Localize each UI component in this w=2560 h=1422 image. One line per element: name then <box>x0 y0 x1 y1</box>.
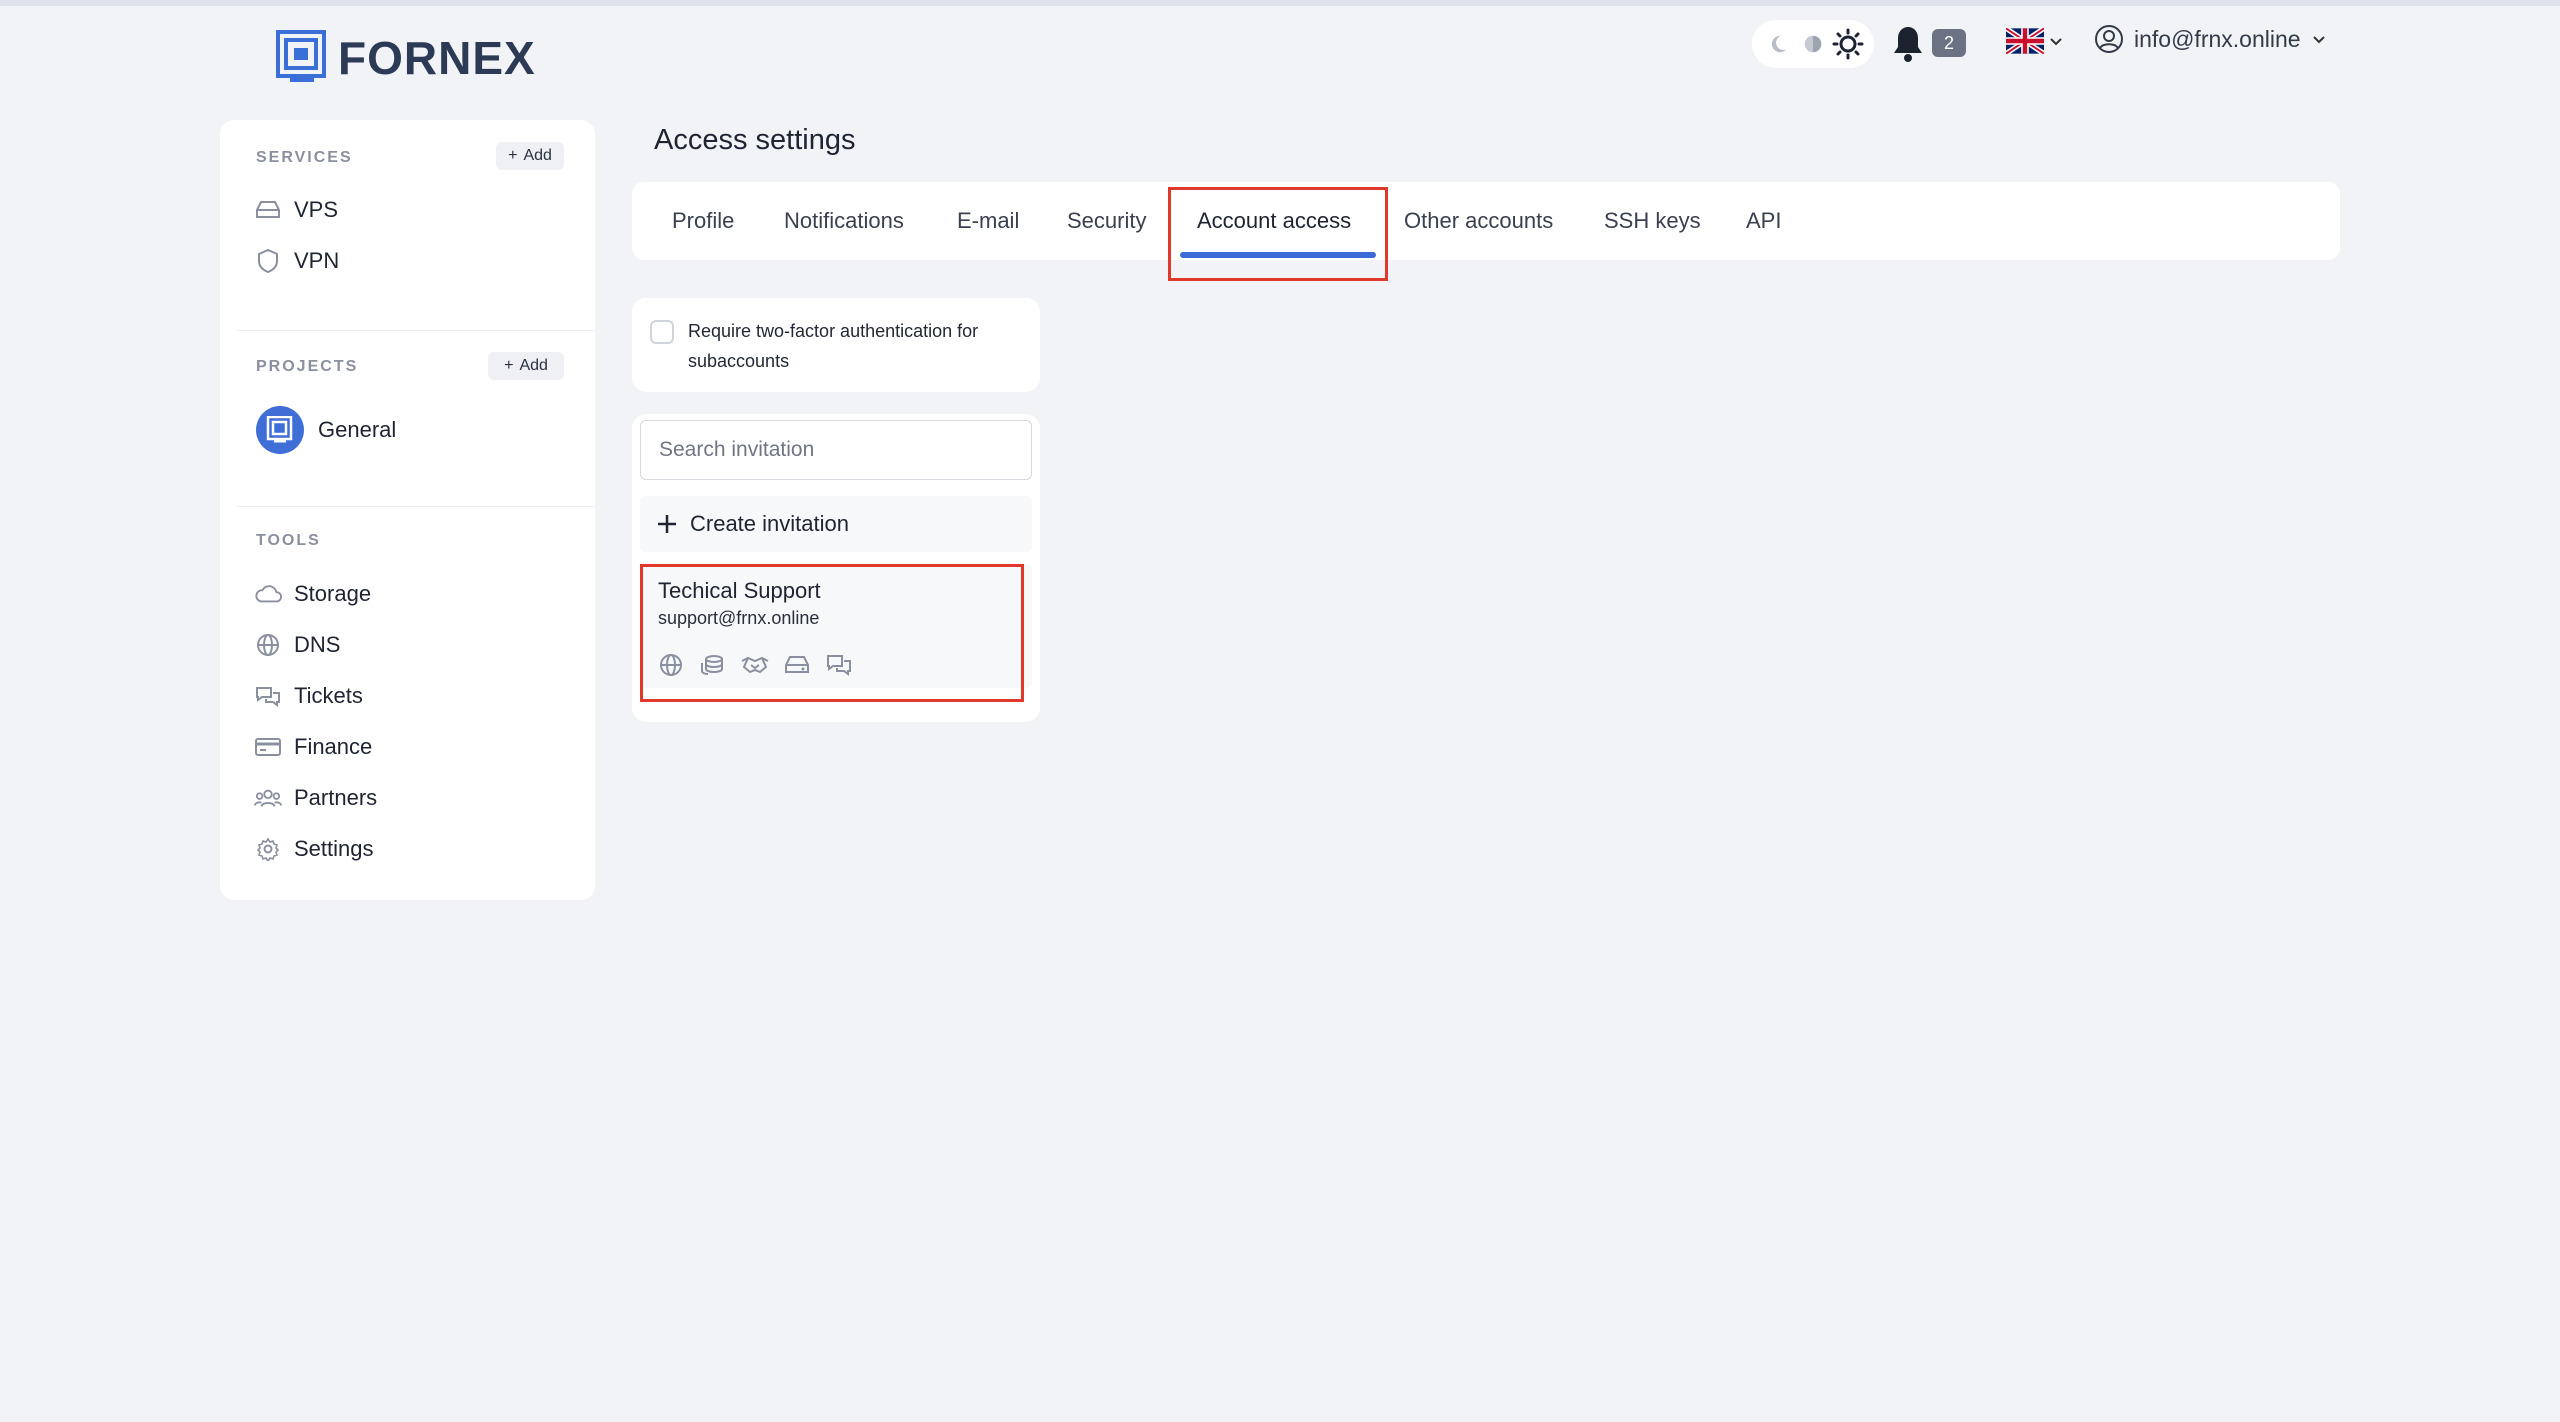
two-factor-card: Require two-factor authentication for su… <box>632 298 1040 392</box>
add-service-button[interactable]: + Add <box>496 142 564 170</box>
divider <box>236 330 594 331</box>
user-email: info@frnx.online <box>2134 25 2301 52</box>
create-invitation-button[interactable]: Create invitation <box>640 496 1032 552</box>
tab-other-accounts[interactable]: Other accounts <box>1404 208 1553 234</box>
sun-icon[interactable] <box>1831 27 1865 61</box>
services-heading: SERVICES <box>256 149 353 166</box>
tab-security[interactable]: Security <box>1067 208 1146 234</box>
auto-theme-icon[interactable] <box>1796 27 1830 61</box>
shield-icon <box>254 247 282 275</box>
tab-api[interactable]: API <box>1746 208 1781 234</box>
tab-notifications[interactable]: Notifications <box>784 208 904 234</box>
tab-ssh-keys[interactable]: SSH keys <box>1604 208 1701 234</box>
sidebar-item-partners[interactable]: Partners <box>254 781 377 815</box>
tab-email[interactable]: E-mail <box>957 208 1019 234</box>
user-avatar-icon <box>2095 25 2123 53</box>
fornex-logo[interactable]: FORNEX <box>276 28 536 88</box>
sidebar-item-vps[interactable]: VPS <box>254 193 338 227</box>
moon-icon[interactable] <box>1761 27 1795 61</box>
search-invitation-input[interactable] <box>640 420 1032 480</box>
plus-icon: + <box>504 357 514 374</box>
sidebar-item-vpn[interactable]: VPN <box>254 244 339 278</box>
plus-icon: + <box>508 147 518 164</box>
add-project-button[interactable]: + Add <box>488 352 564 380</box>
sidebar-item-dns[interactable]: DNS <box>254 628 340 662</box>
two-factor-label: Require two-factor authentication for su… <box>688 321 979 371</box>
chat-icon <box>254 682 282 710</box>
highlight-box-tab <box>1168 187 1388 281</box>
server-icon <box>254 196 282 224</box>
cloud-icon <box>254 580 282 608</box>
two-factor-checkbox[interactable] <box>650 320 674 344</box>
tools-heading: TOOLS <box>256 532 321 549</box>
bell-icon[interactable] <box>1890 24 1926 64</box>
chevron-down-icon <box>2050 38 2062 46</box>
sidebar-item-general[interactable]: General <box>256 406 396 454</box>
highlight-box-invitation <box>640 564 1024 702</box>
top-strip <box>0 0 2560 6</box>
theme-switcher[interactable] <box>1752 20 1874 68</box>
tab-profile[interactable]: Profile <box>672 208 734 234</box>
sidebar-item-tickets[interactable]: Tickets <box>254 679 363 713</box>
globe-icon <box>254 631 282 659</box>
gear-icon <box>254 835 282 863</box>
logo-text: FORNEX <box>338 32 536 84</box>
uk-flag-icon <box>2006 28 2044 54</box>
sidebar-item-settings[interactable]: Settings <box>254 832 374 866</box>
divider <box>236 506 594 507</box>
sidebar-item-finance[interactable]: Finance <box>254 730 372 764</box>
sidebar-item-storage[interactable]: Storage <box>254 577 371 611</box>
project-icon <box>256 406 304 454</box>
card-icon <box>254 733 282 761</box>
chevron-down-icon <box>2312 36 2325 44</box>
language-selector[interactable] <box>2006 28 2064 54</box>
logo-mark-icon <box>276 30 326 82</box>
page-title: Access settings <box>654 124 856 156</box>
plus-icon <box>658 515 676 533</box>
user-menu[interactable]: info@frnx.online <box>2094 24 2327 54</box>
projects-heading: PROJECTS <box>256 358 359 375</box>
sidebar: SERVICES + Add VPS VPN PROJECTS + Add Ge… <box>220 120 595 900</box>
people-icon <box>254 784 282 812</box>
notification-count-badge[interactable]: 2 <box>1932 29 1966 57</box>
